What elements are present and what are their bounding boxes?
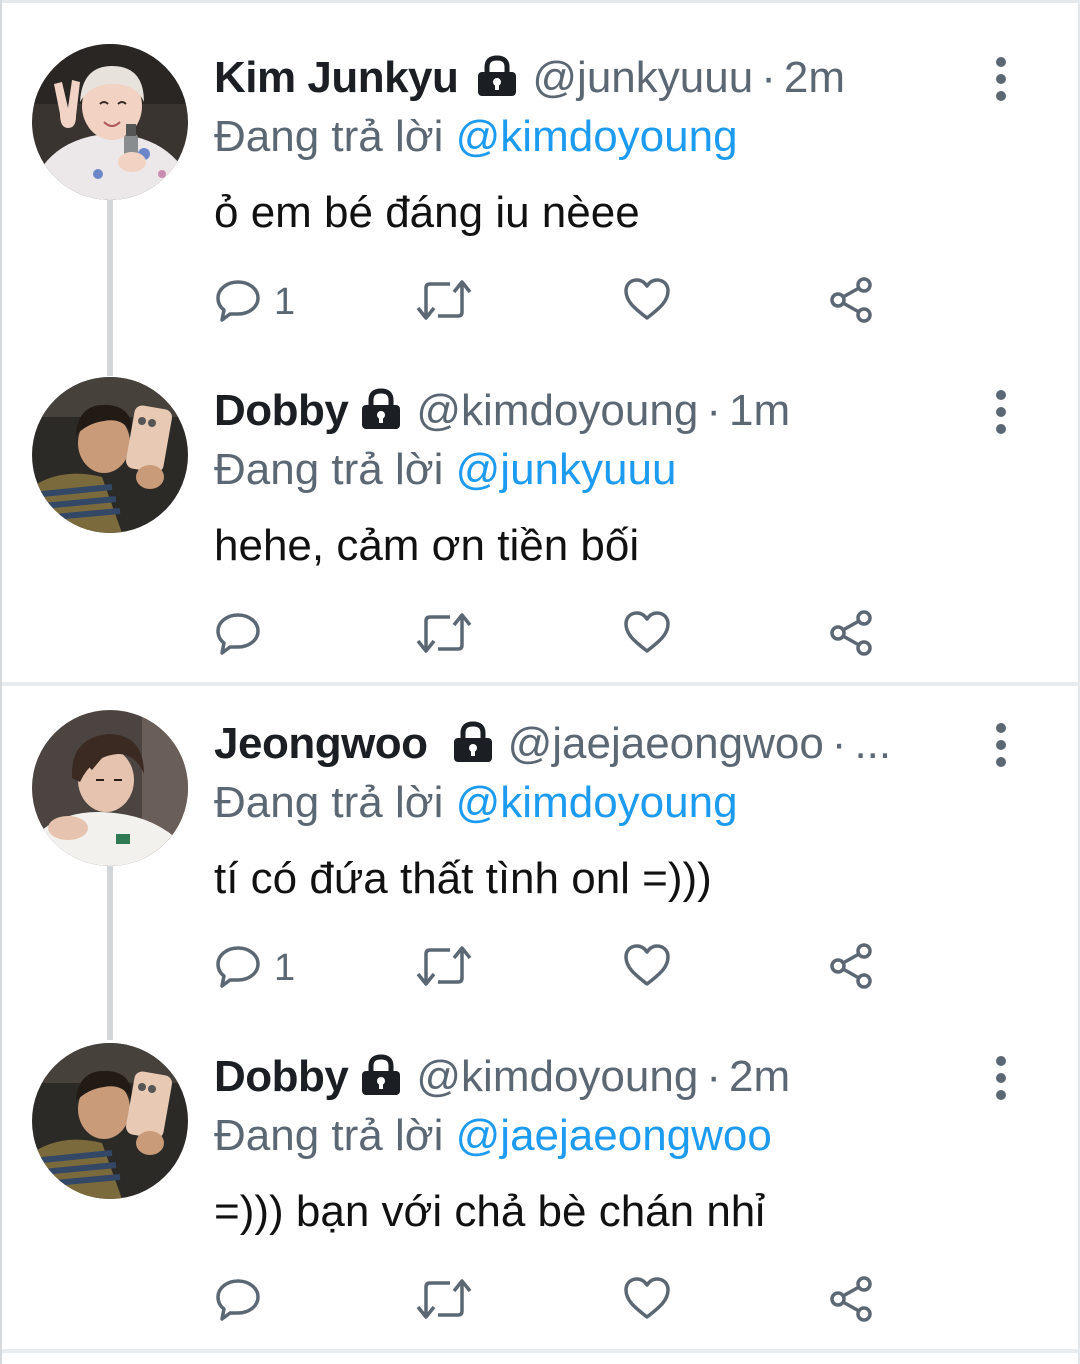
reply-mention-link[interactable]: @kimdoyoung — [456, 112, 738, 161]
more-options-icon[interactable] — [988, 721, 1014, 769]
retweet-button[interactable] — [414, 1273, 474, 1329]
share-button[interactable] — [826, 274, 876, 330]
tweet-text: hehe, cảm ơn tiền bối — [214, 521, 640, 570]
reply-mention-link[interactable]: @kimdoyoung — [456, 778, 738, 827]
tweet-thread-page: Kim Junkyu @junkyuuu · 2m Đang trả lời @… — [0, 0, 1080, 1364]
tweet[interactable]: Jeongwoo @jaejaeongwoo · ... Đang trả lờ… — [2, 684, 1080, 1017]
like-button[interactable] — [622, 607, 672, 663]
timestamp[interactable]: 2m — [784, 53, 845, 103]
replying-to-line: Đang trả lời @jaejaeongwoo — [214, 1111, 772, 1161]
replying-to-label: Đang trả lời — [214, 1111, 444, 1160]
like-icon — [622, 942, 672, 995]
reply-button[interactable] — [214, 1273, 274, 1329]
retweet-icon — [414, 276, 474, 329]
like-button[interactable] — [622, 940, 672, 996]
reply-icon — [214, 942, 262, 995]
timestamp[interactable]: ... — [854, 719, 891, 769]
tweet-text: tí có đứa thất tình onl =))) — [214, 854, 712, 903]
like-icon — [622, 1275, 672, 1328]
retweet-button[interactable] — [414, 940, 474, 996]
separator-dot: · — [706, 1052, 721, 1101]
share-icon — [826, 608, 876, 663]
replying-to-line: Đang trả lời @kimdoyoung — [214, 112, 738, 162]
reply-count: 1 — [274, 946, 296, 989]
share-icon — [826, 275, 876, 330]
share-icon — [826, 941, 876, 996]
like-button[interactable] — [622, 1273, 672, 1329]
retweet-icon — [414, 942, 474, 995]
lock-icon — [450, 720, 496, 769]
like-icon — [622, 609, 672, 662]
reply-button[interactable] — [214, 607, 274, 663]
lock-icon — [358, 387, 404, 436]
share-button[interactable] — [826, 1273, 876, 1329]
avatar[interactable] — [32, 377, 188, 533]
replying-to-line: Đang trả lời @kimdoyoung — [214, 778, 738, 828]
timestamp[interactable]: 2m — [729, 1052, 790, 1102]
display-name[interactable]: Kim Junkyu — [214, 53, 459, 103]
retweet-icon — [414, 609, 474, 662]
avatar[interactable] — [32, 710, 188, 866]
tweet-action-bar — [214, 607, 914, 663]
user-handle[interactable]: @jaejaeongwoo — [508, 719, 824, 769]
user-handle[interactable]: @junkyuuu — [532, 53, 753, 103]
tweet[interactable]: Dobby @kimdoyoung · 1m Đang trả lời @jun… — [2, 333, 1080, 666]
tweet-header: Jeongwoo @jaejaeongwoo · ... — [214, 714, 891, 774]
like-button[interactable] — [622, 274, 672, 330]
replying-to-label: Đang trả lời — [214, 778, 444, 827]
reply-button[interactable]: 1 — [214, 274, 295, 330]
tweet-header: Kim Junkyu @junkyuuu · 2m — [214, 48, 845, 108]
user-handle[interactable]: @kimdoyoung — [416, 1052, 698, 1102]
retweet-icon — [414, 1275, 474, 1328]
avatar[interactable] — [32, 44, 188, 200]
display-name[interactable]: Jeongwoo — [214, 719, 428, 769]
separator-dot: · — [761, 53, 776, 102]
tweet-action-bar — [214, 1273, 914, 1329]
reply-button[interactable]: 1 — [214, 940, 295, 996]
reply-icon — [214, 1275, 262, 1328]
reply-count: 1 — [274, 280, 296, 323]
separator-dot: · — [706, 386, 721, 435]
tweet[interactable]: Kim Junkyu @junkyuuu · 2m Đang trả lời @… — [2, 0, 1080, 333]
share-button[interactable] — [826, 940, 876, 996]
replying-to-label: Đang trả lời — [214, 112, 444, 161]
lock-icon — [474, 54, 520, 103]
bottom-divider — [2, 1349, 1080, 1353]
reply-icon — [214, 609, 262, 662]
share-button[interactable] — [826, 607, 876, 663]
retweet-button[interactable] — [414, 274, 474, 330]
reply-mention-link[interactable]: @junkyuuu — [456, 445, 677, 494]
reply-icon — [214, 276, 262, 329]
share-icon — [826, 1274, 876, 1329]
separator-dot: · — [831, 719, 847, 768]
tweet-action-bar: 1 — [214, 274, 914, 330]
tweet-header: Dobby @kimdoyoung · 2m — [214, 1047, 790, 1107]
more-options-icon[interactable] — [988, 388, 1014, 436]
tweet-header: Dobby @kimdoyoung · 1m — [214, 381, 790, 441]
conversation-thread-2: Jeongwoo @jaejaeongwoo · ... Đang trả lờ… — [2, 684, 1080, 1349]
avatar[interactable] — [32, 1043, 188, 1199]
tweet[interactable]: Dobby @kimdoyoung · 2m Đang trả lời @jae… — [2, 1017, 1080, 1350]
replying-to-line: Đang trả lời @junkyuuu — [214, 445, 676, 495]
user-handle[interactable]: @kimdoyoung — [416, 386, 698, 436]
like-icon — [622, 276, 672, 329]
retweet-button[interactable] — [414, 607, 474, 663]
display-name[interactable]: Dobby — [214, 386, 349, 436]
tweet-text: =))) bạn với chả bè chán nhỉ — [214, 1187, 766, 1236]
lock-icon — [358, 1053, 404, 1102]
timestamp[interactable]: 1m — [729, 386, 790, 436]
conversation-thread-1: Kim Junkyu @junkyuuu · 2m Đang trả lời @… — [2, 0, 1080, 684]
more-options-icon[interactable] — [988, 1054, 1014, 1102]
more-options-icon[interactable] — [988, 55, 1014, 103]
tweet-text: ỏ em bé đáng iu nèee — [214, 188, 640, 237]
display-name[interactable]: Dobby — [214, 1052, 349, 1102]
replying-to-label: Đang trả lời — [214, 445, 444, 494]
tweet-action-bar: 1 — [214, 940, 914, 996]
reply-mention-link[interactable]: @jaejaeongwoo — [456, 1111, 772, 1160]
